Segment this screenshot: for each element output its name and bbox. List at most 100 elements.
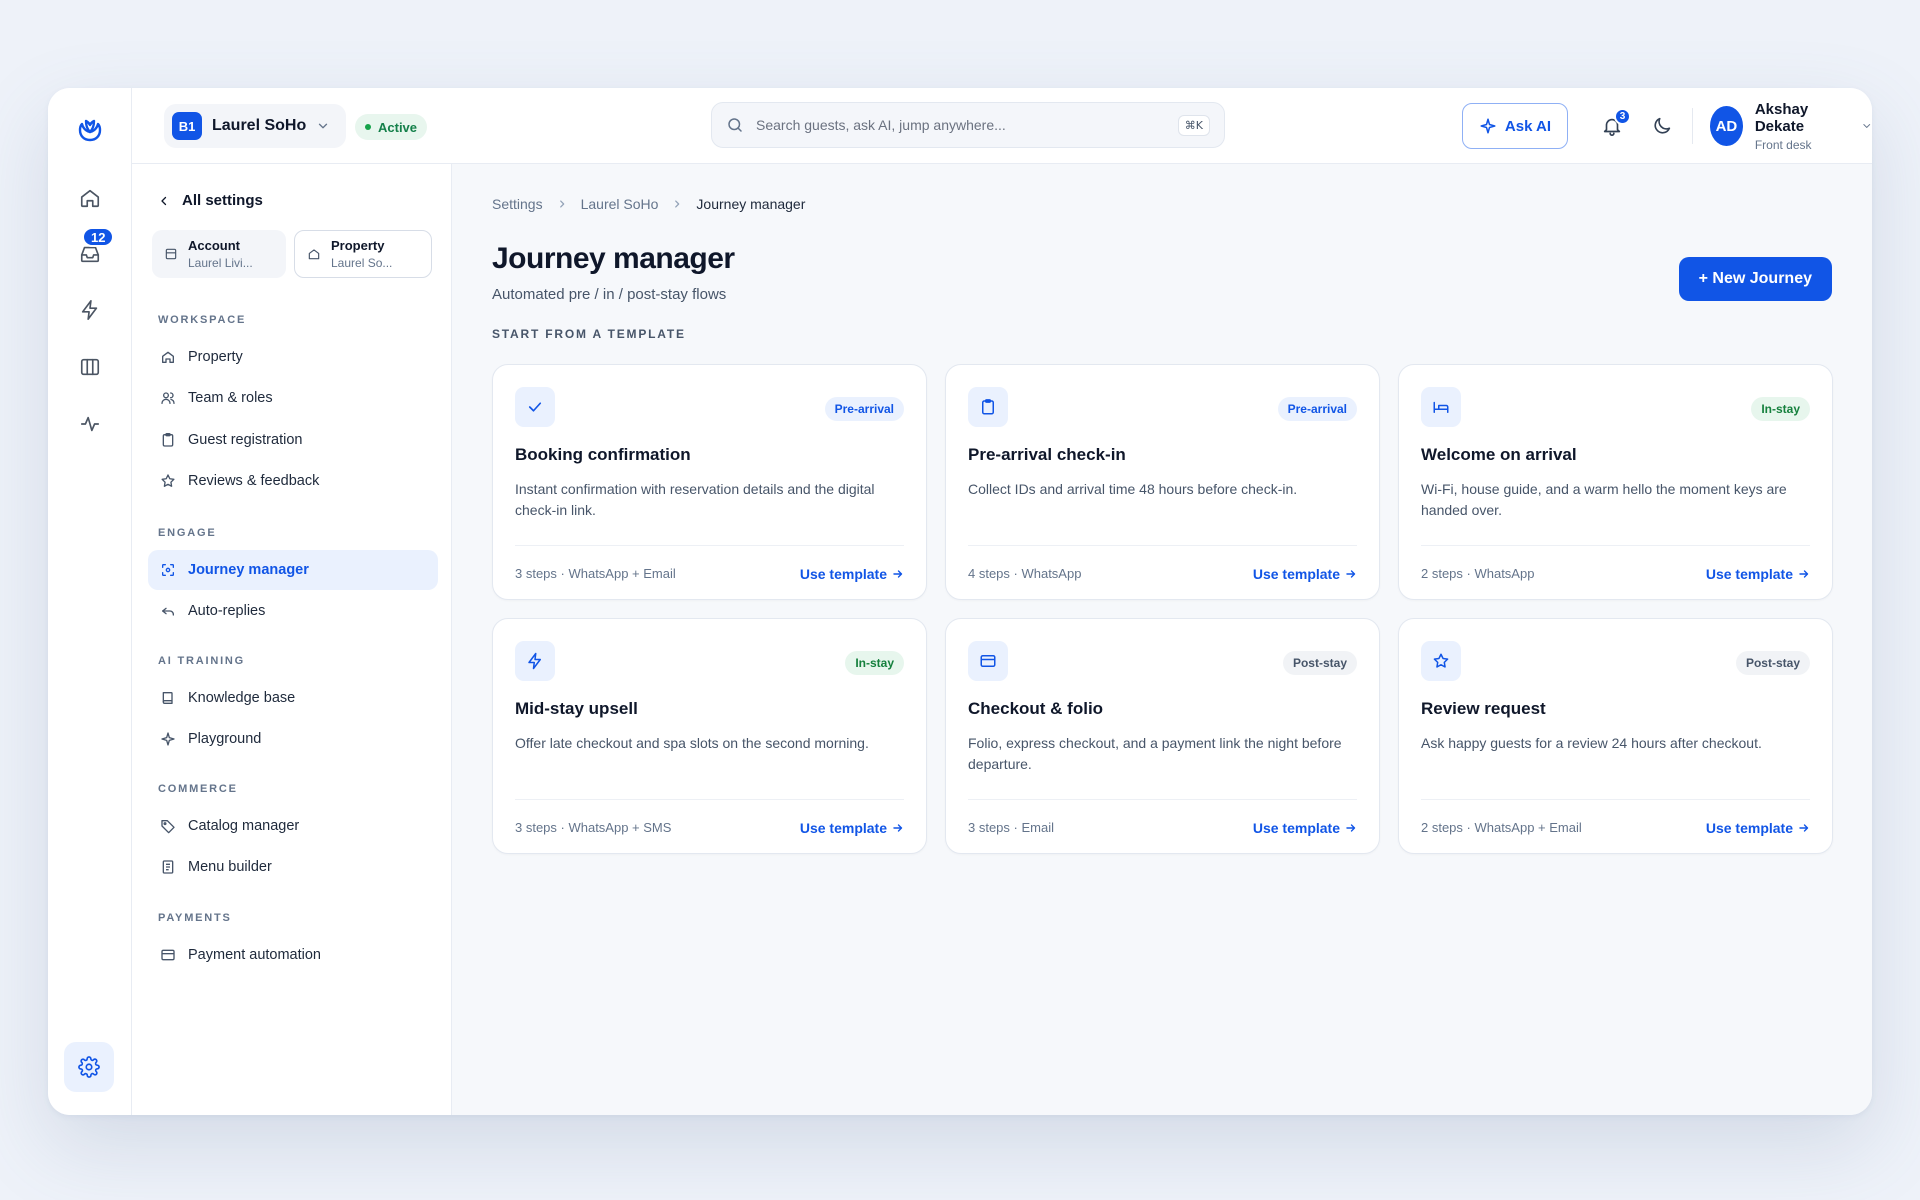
template-meta: 4 steps · WhatsApp [968, 566, 1082, 581]
page-subtitle: Automated pre / in / post-stay flows [492, 286, 727, 303]
settings-sidebar: All settings Account Laurel Livi... Prop… [132, 164, 452, 1115]
template-card[interactable]: Post-stay Checkout & folio Folio, expres… [945, 618, 1380, 854]
template-footer: 3 steps · Email Use template [968, 799, 1357, 855]
credit-card-icon [968, 641, 1008, 681]
star-icon [1421, 641, 1461, 681]
user-menu[interactable]: AD Akshay Dekate Front desk [1710, 100, 1872, 152]
arrow-right-icon [1799, 569, 1809, 578]
template-meta: 3 steps · WhatsApp + Email [515, 566, 676, 581]
icon-rail: 12 [48, 88, 132, 1115]
arrow-right-icon [1346, 569, 1356, 578]
stage-tag: In-stay [845, 651, 904, 675]
use-template-link[interactable]: Use template [1706, 820, 1810, 836]
scope-account[interactable]: Account Laurel Livi... [152, 230, 286, 278]
use-template-link[interactable]: Use template [800, 566, 904, 582]
stage-tag: Post-stay [1735, 651, 1810, 675]
nav-item-payment-automation[interactable]: Payment automation [148, 935, 438, 975]
template-card[interactable]: Pre-arrival Booking confirmation Instant… [492, 364, 927, 600]
home-icon [308, 249, 320, 260]
template-card[interactable]: Pre-arrival Pre-arrival check-in Collect… [945, 364, 1380, 600]
template-title: Mid-stay upsell [515, 699, 638, 718]
nav-item-playground[interactable]: Playground [148, 719, 438, 759]
columns-icon[interactable] [68, 345, 112, 389]
template-card[interactable]: In-stay Mid-stay upsell Offer late check… [492, 618, 927, 854]
sparkle-icon [1480, 118, 1496, 134]
top-bar: B1 Laurel SoHo Active ⌘K Ask AI 3 AD [132, 88, 1872, 164]
stage-tag: In-stay [1751, 397, 1810, 421]
use-template-link[interactable]: Use template [800, 820, 904, 836]
settings-gear-icon[interactable] [64, 1042, 114, 1092]
property-switcher[interactable]: B1 Laurel SoHo [164, 104, 347, 148]
scope-account-subtitle: Laurel Livi... [188, 256, 253, 270]
breadcrumb-property[interactable]: Laurel SoHo [581, 196, 659, 212]
template-meta: 2 steps · WhatsApp [1421, 566, 1535, 581]
nav-item-catalog-manager[interactable]: Catalog manager [148, 806, 438, 846]
property-name: Laurel SoHo [212, 117, 307, 134]
scope-property[interactable]: Property Laurel So... [294, 230, 432, 278]
new-journey-button[interactable]: + New Journey [1678, 257, 1832, 301]
template-card[interactable]: In-stay Welcome on arrival Wi-Fi, house … [1398, 364, 1833, 600]
arrow-right-icon [893, 569, 903, 578]
nav-item-knowledge-base[interactable]: Knowledge base [148, 678, 438, 718]
template-card[interactable]: Post-stay Review request Ask happy guest… [1398, 618, 1833, 854]
nav-item-auto-replies[interactable]: Auto-replies [148, 591, 438, 631]
chevron-right-icon [675, 200, 680, 208]
home-icon[interactable] [68, 176, 112, 220]
template-description: Wi-Fi, house guide, and a warm hello the… [1421, 481, 1787, 518]
use-template-label: Use template [799, 819, 887, 836]
use-template-link[interactable]: Use template [1253, 820, 1357, 836]
lightning-icon [515, 641, 555, 681]
status-badge: Active [355, 114, 428, 140]
breadcrumb-settings[interactable]: Settings [492, 196, 543, 212]
use-template-link[interactable]: Use template [1706, 566, 1810, 582]
brand-logo-icon[interactable] [74, 112, 106, 144]
nav-item-label: Payment automation [188, 947, 321, 963]
template-footer: 3 steps · WhatsApp + SMS Use template [515, 799, 904, 855]
main-content: Settings Laurel SoHo Journey manager Jou… [452, 164, 1872, 1115]
user-name: Akshay Dekate [1754, 100, 1809, 135]
nav-item-label: Journey manager [188, 562, 309, 578]
use-template-label: Use template [1252, 565, 1340, 582]
scan-icon [162, 564, 174, 576]
check-icon [515, 387, 555, 427]
template-meta: 3 steps · Email [968, 820, 1054, 835]
template-description: Instant confirmation with reservation de… [515, 481, 875, 518]
nav-item-reviews[interactable]: Reviews & feedback [148, 461, 438, 501]
template-title: Checkout & folio [968, 699, 1104, 718]
card-icon [165, 248, 177, 260]
use-template-label: Use template [1705, 565, 1793, 582]
page-title: Journey manager [492, 242, 735, 275]
nav-item-property[interactable]: Property [148, 337, 438, 377]
lightning-icon[interactable] [68, 288, 112, 332]
nav-item-menu-builder[interactable]: Menu builder [148, 847, 438, 887]
template-title: Pre-arrival check-in [968, 445, 1126, 464]
users-icon [161, 392, 175, 404]
template-description: Collect IDs and arrival time 48 hours be… [968, 481, 1298, 497]
search-input[interactable] [756, 117, 1166, 133]
arrow-right-icon [1346, 823, 1356, 832]
template-footer: 2 steps · WhatsApp + Email Use template [1421, 799, 1810, 855]
use-template-link[interactable]: Use template [1253, 566, 1357, 582]
activity-icon[interactable] [68, 402, 112, 446]
nav-item-team[interactable]: Team & roles [148, 378, 438, 418]
nav-item-journey-manager[interactable]: Journey manager [148, 550, 438, 590]
stage-tag: Pre-arrival [1277, 397, 1357, 421]
nav-item-label: Menu builder [188, 859, 272, 875]
theme-toggle[interactable] [1642, 106, 1682, 146]
templates-section-label: START FROM A TEMPLATE [492, 327, 686, 341]
section-payments: PAYMENTS [158, 912, 232, 924]
nav-item-guest-registration[interactable]: Guest registration [148, 420, 438, 460]
nav-item-label: Guest registration [188, 432, 303, 448]
all-settings-link[interactable]: All settings [158, 192, 263, 209]
use-template-label: Use template [1705, 819, 1793, 836]
ask-ai-button[interactable]: Ask AI [1462, 103, 1568, 149]
global-search[interactable]: ⌘K [711, 102, 1225, 148]
section-workspace: WORKSPACE [158, 314, 247, 326]
notifications-button[interactable]: 3 [1592, 106, 1632, 146]
template-footer: 4 steps · WhatsApp Use template [968, 545, 1357, 601]
stage-tag: Post-stay [1282, 651, 1357, 675]
all-settings-label: All settings [182, 192, 263, 209]
nav-item-label: Knowledge base [188, 690, 296, 706]
nav-item-label: Catalog manager [188, 818, 300, 834]
section-ai-training: AI TRAINING [158, 655, 246, 667]
